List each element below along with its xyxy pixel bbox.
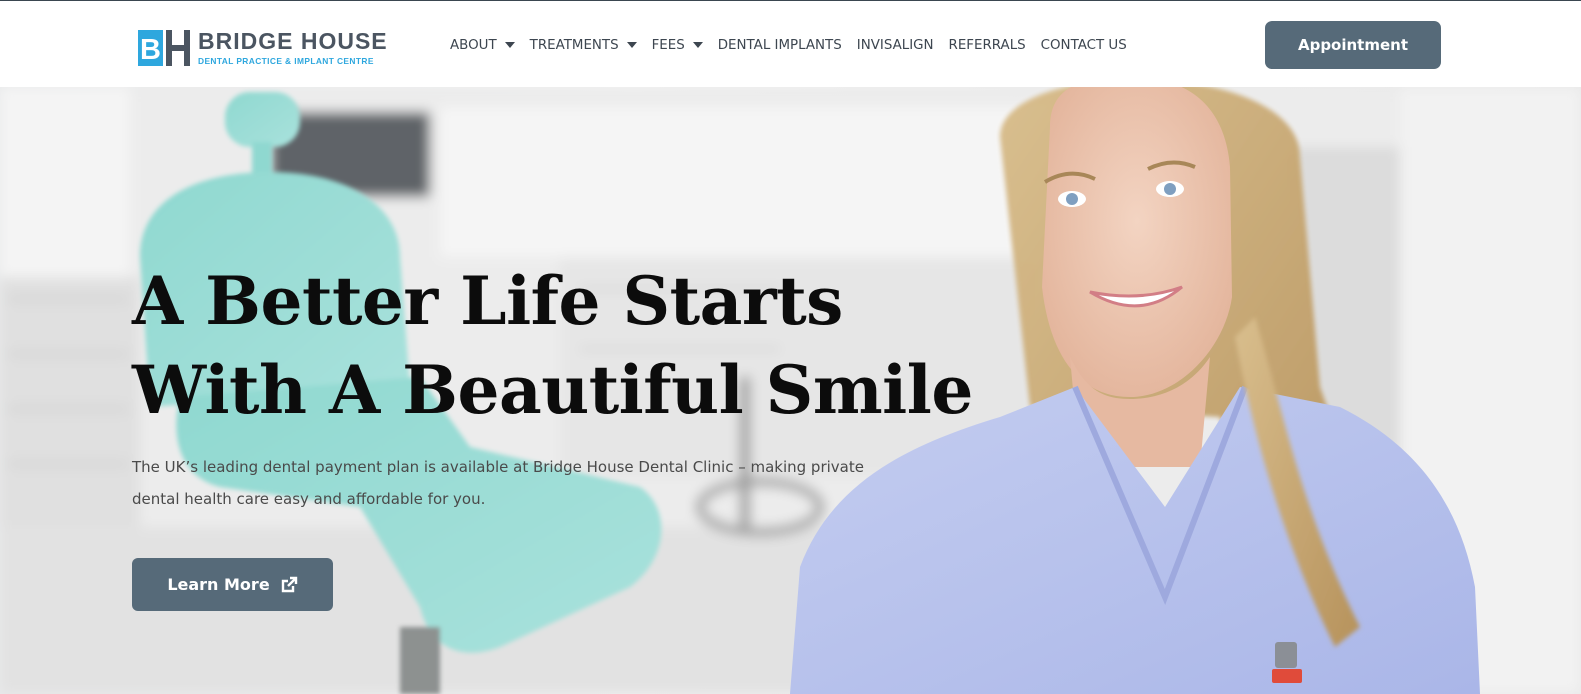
nav-item-about[interactable]: ABOUT bbox=[450, 38, 515, 53]
hero-title-line-1: A Better Life Starts bbox=[132, 262, 843, 340]
learn-more-label: Learn More bbox=[167, 575, 270, 594]
nav-item-dental-implants[interactable]: DENTAL IMPLANTS bbox=[718, 38, 842, 53]
nav-item-fees[interactable]: FEES bbox=[652, 38, 703, 53]
logo-tagline: DENTAL PRACTICE & IMPLANT CENTRE bbox=[198, 56, 374, 66]
logo-name: BRIDGE HOUSE bbox=[198, 28, 388, 54]
nav-item-treatments[interactable]: TREATMENTS bbox=[530, 38, 637, 53]
nav-item-label: CONTACT US bbox=[1040, 37, 1127, 53]
nav-item-contact-us[interactable]: CONTACT US bbox=[1041, 38, 1127, 53]
nav-item-label: ABOUT bbox=[450, 37, 497, 53]
caret-down-icon bbox=[692, 42, 703, 48]
nav-item-label: INVISALIGN bbox=[856, 37, 934, 53]
caret-down-icon bbox=[504, 42, 515, 48]
nav-item-referrals[interactable]: REFERRALS bbox=[949, 38, 1026, 53]
hero-description: The UK’s leading dental payment plan is … bbox=[132, 458, 864, 508]
nav-item-label: REFERRALS bbox=[948, 37, 1026, 53]
hero-section: A Better Life Starts With A Beautiful Sm… bbox=[0, 87, 1581, 694]
logo-mark-icon: B bbox=[138, 30, 190, 66]
svg-text:B: B bbox=[140, 34, 161, 66]
learn-more-button[interactable]: Learn More bbox=[132, 558, 333, 611]
site-header: B BRIDGE HOUSE DENTAL PRACTICE & IMPLANT… bbox=[0, 1, 1581, 87]
nav-item-label: TREATMENTS bbox=[529, 37, 619, 53]
nav-item-label: DENTAL IMPLANTS bbox=[717, 37, 842, 53]
nav-item-invisalign[interactable]: INVISALIGN bbox=[857, 38, 934, 53]
nav-item-label: FEES bbox=[651, 37, 685, 53]
main-nav: ABOUT TREATMENTS FEES DENTAL IMPLANTS INVISA… bbox=[450, 35, 1142, 55]
hero-title-line-2: With A Beautiful Smile bbox=[132, 351, 973, 429]
hero-title: A Better Life Starts With A Beautiful Sm… bbox=[132, 257, 1052, 435]
external-link-icon bbox=[281, 576, 297, 592]
site-logo[interactable]: B BRIDGE HOUSE DENTAL PRACTICE & IMPLANT… bbox=[138, 28, 387, 68]
caret-down-icon bbox=[626, 42, 637, 48]
appointment-button[interactable]: Appointment bbox=[1265, 21, 1441, 69]
